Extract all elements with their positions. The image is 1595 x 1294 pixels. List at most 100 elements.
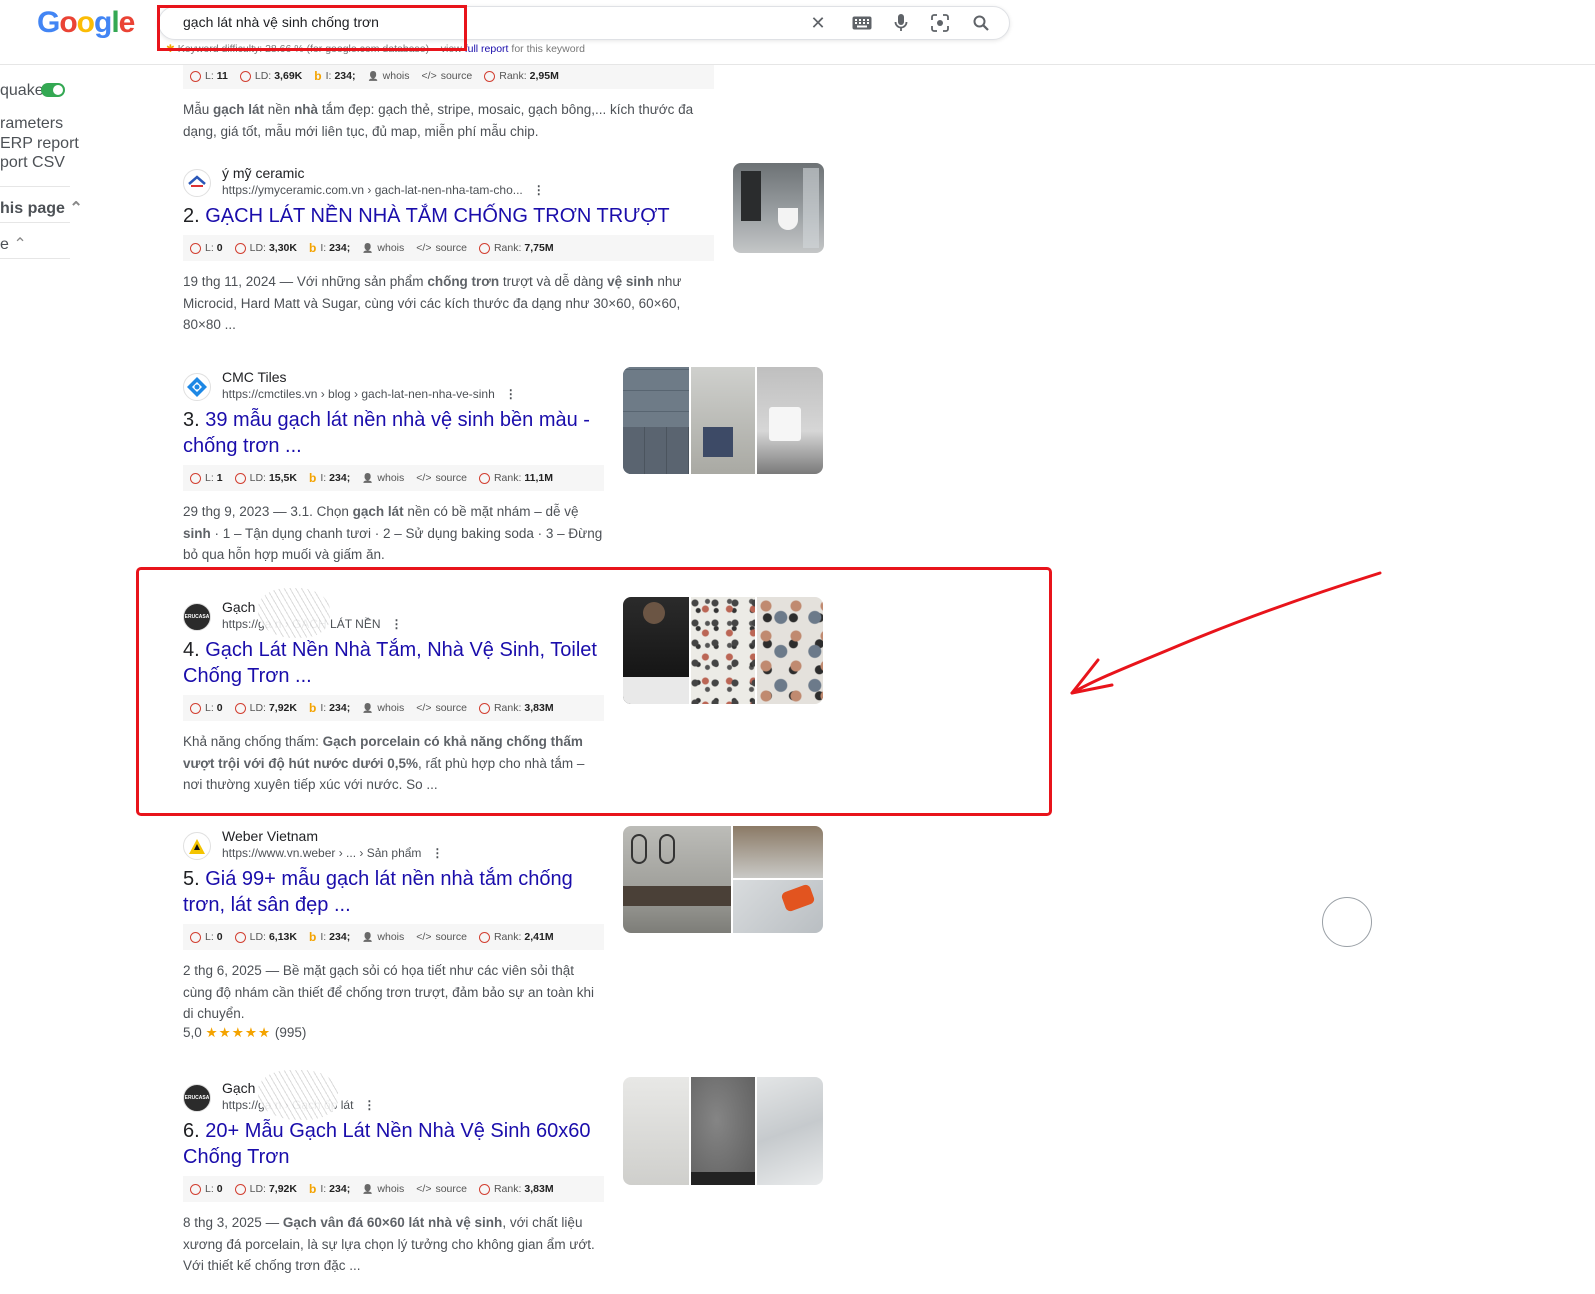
- metric-l[interactable]: L: 0: [190, 242, 223, 254]
- person-icon: 👤: [362, 242, 374, 253]
- seoquake-metrics-bar: L: 0 LD: 7,92K b I: 234; 👤 whois </> source Ra…: [183, 1176, 604, 1202]
- metric-whois[interactable]: 👤 whois: [362, 472, 404, 484]
- metric-ld[interactable]: LD: 15,5K: [234, 472, 297, 484]
- metric-i[interactable]: b I: 234;: [309, 471, 350, 485]
- metric-ld[interactable]: LD: 3,69K: [239, 70, 302, 82]
- metric-source[interactable]: </> source: [416, 931, 467, 943]
- metric-source[interactable]: </> source: [416, 472, 467, 484]
- result-title-link[interactable]: 5. Giá 99+ mẫu gạch lát nền nhà tắm chốn…: [183, 866, 604, 918]
- this-page-toggle[interactable]: his page ⌃: [0, 198, 83, 218]
- image-detail: [623, 427, 689, 474]
- chevron-up-icon: ⌃: [69, 200, 83, 217]
- metric-ld[interactable]: LD: 6,13K: [234, 931, 297, 943]
- metric-source[interactable]: </> source: [416, 1183, 467, 1195]
- metric-rank[interactable]: Rank: 11,1M: [478, 472, 553, 484]
- rating-count: (995): [274, 1024, 307, 1040]
- result-title-link[interactable]: 2. GẠCH LÁT NỀN NHÀ TẮM CHỐNG TRƠN TRƯỢT: [183, 203, 714, 229]
- result-url: https://ymyceramic.com.vn › gach-lat-nen…: [222, 183, 545, 197]
- image-detail: [631, 834, 647, 864]
- parameters-link[interactable]: rameters: [0, 115, 63, 133]
- code-icon: </>: [416, 242, 432, 254]
- result-site-name: CMC Tiles: [222, 369, 287, 385]
- serp-report-link[interactable]: ERP report: [0, 135, 79, 153]
- metric-i[interactable]: b I: 234;: [309, 1182, 350, 1196]
- divider: [0, 258, 70, 259]
- full-report-link[interactable]: full report: [465, 43, 509, 55]
- seoquake-metrics-bar: L: 0 LD: 6,13K b I: 234; 👤 whois </> source Ra…: [183, 924, 604, 950]
- clear-icon[interactable]: ✕: [807, 12, 829, 34]
- metric-l[interactable]: L: 11: [190, 70, 228, 82]
- result-site-name: Weber Vietnam: [222, 828, 318, 844]
- result-thumbnail[interactable]: [733, 163, 824, 253]
- metric-whois[interactable]: 👤 whois: [367, 70, 409, 82]
- metric-ld[interactable]: LD: 7,92K: [234, 1183, 297, 1195]
- seoquake-metrics-bar: L: 1 LD: 15,5K b I: 234; 👤 whois </> source Ra…: [183, 465, 604, 491]
- metric-i[interactable]: b I: 234;: [314, 69, 355, 83]
- result-title-link[interactable]: 3. 39 mẫu gạch lát nền nhà vệ sinh bền m…: [183, 407, 604, 459]
- result-site-row[interactable]: CMC Tiles https://cmctiles.vn › blog › g…: [183, 369, 604, 405]
- metric-rank[interactable]: Rank: 7,75M: [478, 242, 554, 254]
- metric-source[interactable]: </> source: [416, 242, 467, 254]
- metric-whois[interactable]: 👤 whois: [362, 242, 404, 254]
- more-options-icon[interactable]: ⋮: [363, 1098, 375, 1112]
- result-title-link[interactable]: 6. 20+ Mẫu Gạch Lát Nền Nhà Vệ Sinh 60x6…: [183, 1118, 604, 1170]
- result-snippet: Mẫu gạch lát nền nhà tắm đẹp: gạch thẻ, …: [183, 102, 694, 139]
- google-logo[interactable]: Google: [37, 6, 135, 40]
- metric-circle-icon: [478, 931, 490, 943]
- result-site-row[interactable]: ERUCASA Gạch https://ga n › Gạch ốp lát⋮: [183, 1080, 604, 1116]
- metric-whois[interactable]: 👤 whois: [362, 931, 404, 943]
- result-thumbnails[interactable]: [623, 367, 823, 474]
- result-highlight-box: [136, 567, 1052, 816]
- metric-circle-icon: [190, 242, 201, 254]
- result-thumbnails[interactable]: [623, 1077, 823, 1185]
- metric-whois[interactable]: 👤 whois: [362, 1183, 404, 1195]
- logo-letter: G: [37, 6, 60, 39]
- result-site-row[interactable]: ý mỹ ceramic https://ymyceramic.com.vn ›…: [183, 165, 714, 201]
- metric-source[interactable]: </> source: [422, 70, 473, 82]
- rating-value: 5,0: [183, 1024, 202, 1040]
- search-result: ý mỹ ceramic https://ymyceramic.com.vn ›…: [183, 165, 714, 336]
- metric-circle-icon: [190, 931, 201, 943]
- image-detail: [741, 171, 761, 221]
- erucasa-favicon-icon: ERUCASA: [183, 1084, 211, 1112]
- metric-rank[interactable]: Rank: 2,95M: [484, 70, 559, 82]
- search-icon[interactable]: [970, 12, 992, 34]
- image-detail: [691, 1172, 755, 1185]
- metric-i[interactable]: b I: 234;: [309, 930, 350, 944]
- floating-circle-button[interactable]: [1322, 897, 1372, 947]
- more-options-icon[interactable]: ⋮: [533, 183, 545, 197]
- metric-circle-icon: [234, 931, 246, 943]
- metric-circle-icon: [190, 472, 201, 484]
- keyboard-icon[interactable]: [851, 12, 873, 34]
- chevron-up-icon: ⌃: [13, 236, 27, 253]
- collapsed-section[interactable]: e ⌃: [0, 234, 27, 254]
- metric-l[interactable]: L: 0: [190, 1183, 223, 1195]
- result-number: 6.: [183, 1120, 200, 1142]
- tile-image: [733, 826, 823, 878]
- metric-l[interactable]: L: 1: [190, 472, 223, 484]
- divider: [0, 222, 70, 223]
- cmc-tiles-favicon-icon: [183, 373, 211, 401]
- result-url-text: https://ymyceramic.com.vn › gach-lat-nen…: [222, 183, 523, 197]
- metric-circle-icon: [190, 1183, 201, 1195]
- camera-search-icon[interactable]: [929, 12, 951, 34]
- result-snippet: 2 thg 6, 2025 — Bề mặt gạch sỏi có họa t…: [183, 963, 595, 1021]
- seoquake-toggle[interactable]: [41, 83, 65, 97]
- tile-image: [691, 367, 755, 474]
- export-csv-link[interactable]: port CSV: [0, 154, 65, 172]
- result-number: 2.: [183, 205, 200, 227]
- result-site-row[interactable]: Weber Vietnam https://www.vn.weber › ...…: [183, 828, 604, 864]
- metric-l[interactable]: L: 0: [190, 931, 223, 943]
- microphone-icon[interactable]: [890, 12, 912, 34]
- metric-rank[interactable]: Rank: 3,83M: [478, 1183, 554, 1195]
- result-thumbnails[interactable]: [623, 826, 823, 933]
- result-title-text: Giá 99+ mẫu gạch lát nền nhà tắm chống t…: [183, 868, 573, 916]
- this-page-label: his page: [0, 200, 65, 217]
- more-options-icon[interactable]: ⋮: [505, 387, 517, 401]
- more-options-icon[interactable]: ⋮: [431, 846, 443, 860]
- metric-ld[interactable]: LD: 3,30K: [234, 242, 297, 254]
- metric-rank[interactable]: Rank: 2,41M: [478, 931, 554, 943]
- code-icon: </>: [416, 1183, 432, 1195]
- metric-circle-icon: [478, 1183, 490, 1195]
- metric-i[interactable]: b I: 234;: [309, 241, 350, 255]
